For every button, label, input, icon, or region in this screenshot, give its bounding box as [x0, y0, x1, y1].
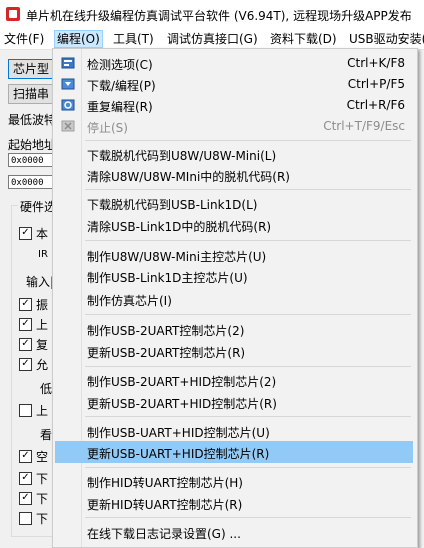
menu-item-repeat-program[interactable]: 重复编程(R) Ctrl+R/F6: [55, 94, 413, 116]
start-address-label: 起始地址: [8, 138, 57, 152]
menu-separator: [85, 416, 411, 417]
menu-debug-interface[interactable]: 调试仿真接口(G): [165, 31, 260, 47]
menu-item-make-hid-uart[interactable]: 制作HID转UART控制芯片(H): [55, 470, 413, 492]
repeat-program-icon: [61, 99, 75, 111]
menu-item-clear-offline-u8w[interactable]: 清除U8W/U8W-MIni中的脱机代码(R): [55, 164, 413, 186]
checkbox-label: 本: [36, 227, 49, 241]
checkbox[interactable]: ✓: [19, 358, 32, 371]
menu-separator: [85, 366, 411, 367]
menu-item-make-usb-2uart[interactable]: 制作USB-2UART控制芯片(2): [55, 318, 413, 340]
menu-item-download-offline-link1d[interactable]: 下载脱机代码到USB-Link1D(L): [55, 192, 413, 214]
menu-item-download-offline-u8w[interactable]: 下载脱机代码到U8W/U8W-Mini(L): [55, 143, 413, 165]
option-label: IR: [38, 249, 48, 260]
menu-item-update-usb-uart-hid[interactable]: 更新USB-UART+HID控制芯片(R): [55, 441, 413, 463]
menu-separator: [85, 467, 411, 468]
option-label: 输入|: [26, 275, 55, 289]
menu-item-stop[interactable]: 停止(S) Ctrl+T/F9/Esc: [55, 115, 413, 137]
menu-item-clear-offline-link1d[interactable]: 清除USB-Link1D中的脱机代码(R): [55, 214, 413, 236]
option-label: 看: [40, 428, 53, 442]
menu-downloads[interactable]: 资料下载(D): [268, 31, 339, 47]
checkbox-label: 下: [36, 492, 49, 506]
menu-separator: [85, 517, 411, 518]
menu-item-update-usb-2uart[interactable]: 更新USB-2UART控制芯片(R): [55, 340, 413, 362]
checkbox[interactable]: ✓: [19, 338, 32, 351]
menu-separator: [85, 240, 411, 241]
menu-item-update-hid-uart[interactable]: 更新HID转UART控制芯片(R): [55, 492, 413, 514]
menu-tools[interactable]: 工具(T): [111, 31, 156, 47]
checkbox[interactable]: ✓: [19, 492, 32, 505]
min-baud-label: 最低波特: [8, 113, 57, 127]
menu-item-make-emulator-chip[interactable]: 制作仿真芯片(I): [55, 288, 413, 310]
checkbox-label: 振: [36, 298, 49, 312]
menu-usb-driver[interactable]: USB驱动安装(: [347, 31, 424, 47]
checkbox[interactable]: ✓: [19, 318, 32, 331]
checkbox-label: 空: [36, 450, 49, 464]
checkbox-label: 复: [36, 338, 49, 352]
checkbox[interactable]: ✓: [19, 298, 32, 311]
checkbox-label: 下: [36, 512, 49, 526]
checkbox-label: 下: [36, 472, 49, 486]
checkbox-label: 上: [36, 318, 49, 332]
checkbox-label: 允: [36, 358, 49, 372]
menu-separator: [85, 189, 411, 190]
menu-file[interactable]: 文件(F): [2, 31, 46, 47]
app-icon: [6, 7, 20, 21]
checkbox[interactable]: ✓: [19, 227, 32, 240]
stop-icon: [61, 120, 75, 132]
menu-item-make-u8w-master[interactable]: 制作U8W/U8W-Mini主控芯片(U): [55, 244, 413, 266]
menu-item-download-log-settings[interactable]: 在线下载日志记录设置(G) ...: [55, 521, 413, 543]
menu-item-make-usb-uart-hid[interactable]: 制作USB-UART+HID控制芯片(U): [55, 420, 413, 442]
window-title: 单片机在线升级编程仿真调试平台软件 (V6.94T), 远程现场升级APP发布: [26, 9, 412, 23]
checkbox[interactable]: [19, 512, 32, 525]
checkbox[interactable]: [19, 404, 32, 417]
checkbox-label: 上: [36, 404, 49, 418]
menu-item-update-usb-2uart-hid[interactable]: 更新USB-2UART+HID控制芯片(R): [55, 391, 413, 413]
menu-item-make-usb-2uart-hid[interactable]: 制作USB-2UART+HID控制芯片(2): [55, 369, 413, 391]
menu-separator: [85, 314, 411, 315]
checkbox[interactable]: ✓: [19, 472, 32, 485]
check-option-icon: [61, 57, 75, 69]
title-bar: 单片机在线升级编程仿真调试平台软件 (V6.94T), 远程现场升级APP发布: [0, 0, 424, 28]
menu-item-download-program[interactable]: 下载/编程(P) Ctrl+P/F5: [55, 73, 413, 95]
checkbox[interactable]: ✓: [19, 450, 32, 463]
menu-item-check-options[interactable]: 检测选项(C) Ctrl+K/F8: [55, 52, 413, 74]
menu-item-make-link1d-master[interactable]: 制作USB-Link1D主控芯片(U): [55, 265, 413, 287]
program-menu-dropdown: 检测选项(C) Ctrl+K/F8 下载/编程(P) Ctrl+P/F5 重复编…: [52, 48, 418, 548]
menu-program[interactable]: 编程(O): [54, 30, 103, 48]
download-program-icon: [61, 78, 75, 90]
menu-separator: [85, 140, 411, 141]
menu-bar: 文件(F) 编程(O) 工具(T) 调试仿真接口(G) 资料下载(D) USB驱…: [0, 28, 424, 50]
option-label: 低: [40, 382, 53, 396]
